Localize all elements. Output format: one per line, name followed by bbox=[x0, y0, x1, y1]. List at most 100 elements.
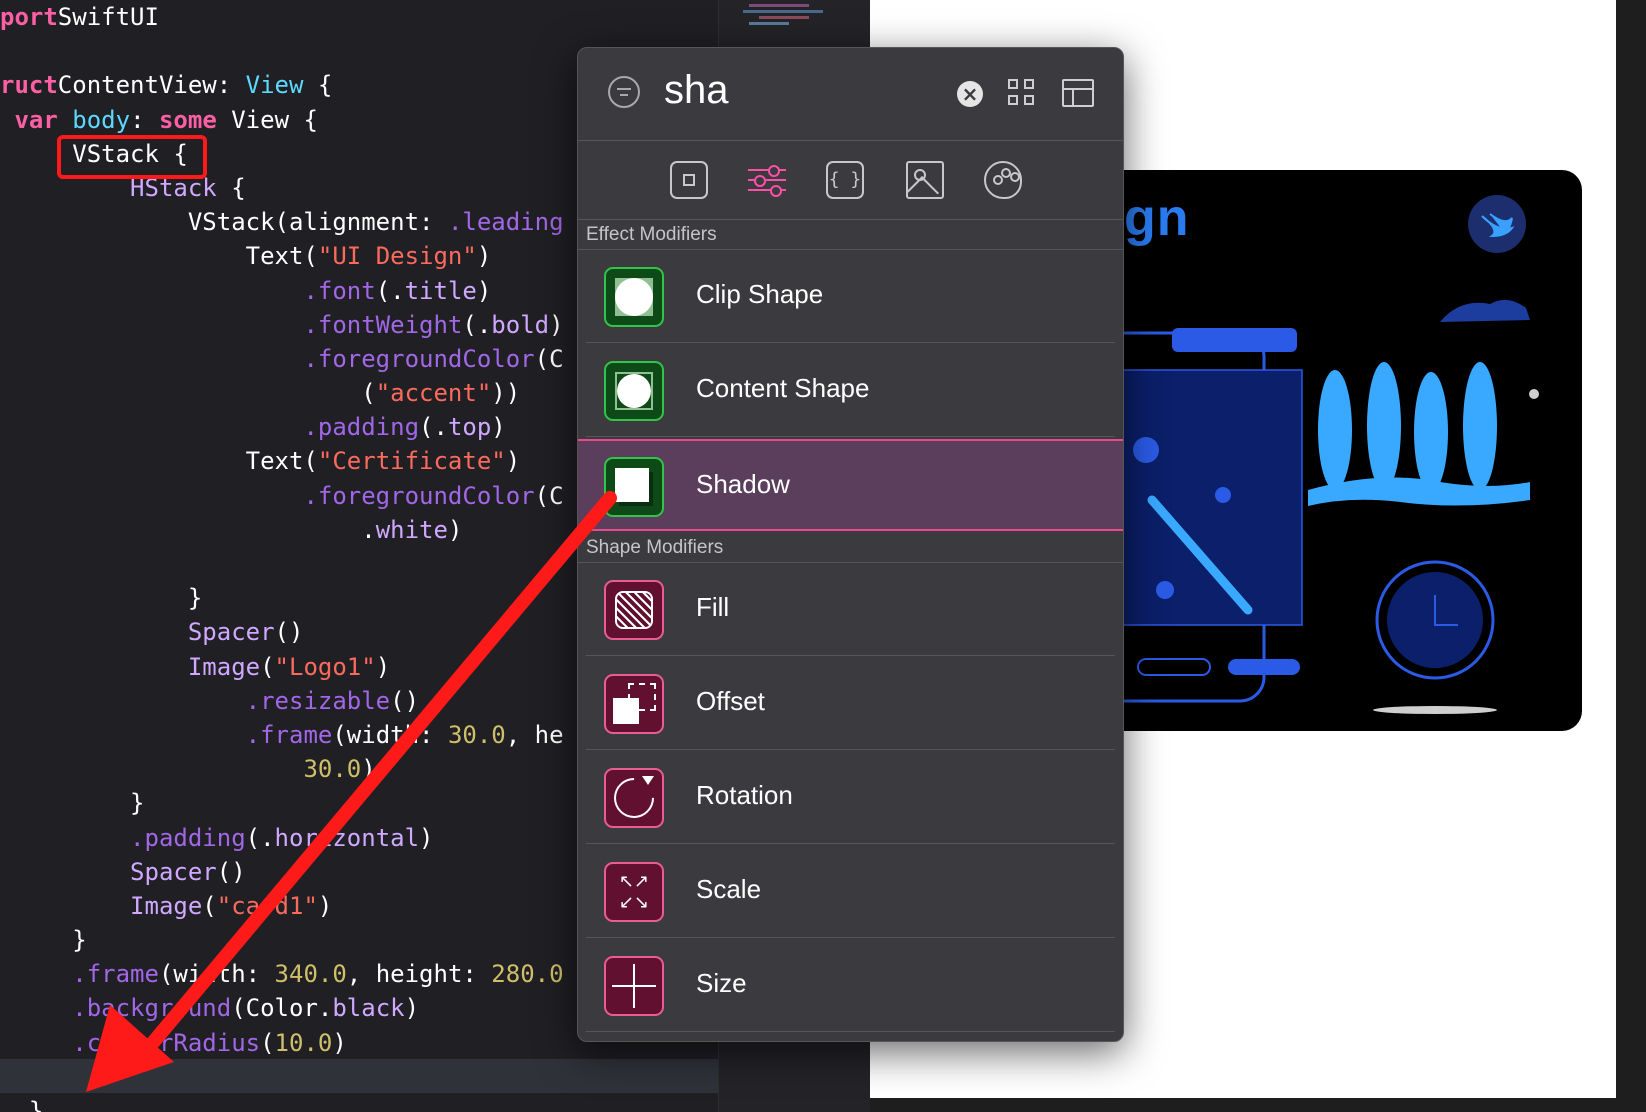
modifier-item-offset[interactable]: Offset bbox=[578, 658, 1123, 750]
divider bbox=[586, 436, 1115, 437]
code-line[interactable]: } bbox=[0, 1094, 564, 1112]
code-token: top bbox=[447, 413, 492, 442]
code-line[interactable]: .white) bbox=[0, 513, 564, 547]
code-line[interactable]: var body: some View { bbox=[0, 103, 564, 137]
code-line[interactable]: .frame(width: 340.0, height: 280.0 bbox=[0, 957, 563, 991]
code-line[interactable]: Text("UI Design") bbox=[0, 239, 564, 273]
code-line[interactable]: .cornerRadius(10.0) bbox=[0, 1026, 564, 1060]
code-line[interactable]: .font(.title) bbox=[0, 274, 564, 308]
clear-search-icon[interactable]: × bbox=[957, 81, 983, 107]
code-token: )) bbox=[491, 379, 521, 408]
offset-icon bbox=[604, 674, 664, 734]
code-line[interactable]: .foregroundColor(C bbox=[0, 479, 564, 513]
code-token: "Logo1" bbox=[274, 652, 376, 681]
clip-shape-icon bbox=[604, 267, 664, 327]
code-line[interactable]: portSwiftUI bbox=[0, 0, 564, 34]
code-line[interactable]: Spacer() bbox=[0, 615, 564, 649]
code-line[interactable]: ructContentView: View { bbox=[0, 68, 564, 102]
icon-glyph bbox=[615, 278, 653, 316]
code-line[interactable]: ("accent")) bbox=[0, 376, 564, 410]
modifier-item-fill[interactable]: Fill bbox=[578, 564, 1123, 656]
modifier-item-rotation[interactable]: Rotation bbox=[578, 752, 1123, 844]
content-shape-icon bbox=[604, 361, 664, 421]
code-token: VStack(alignment: bbox=[0, 208, 448, 237]
code-line[interactable]: Image("card1") bbox=[0, 889, 564, 923]
modifier-item-shadow[interactable]: Shadow bbox=[578, 439, 1123, 531]
divider bbox=[586, 342, 1115, 343]
section-header: Effect Modifiers bbox=[578, 220, 1123, 250]
modifier-item-label: Fill bbox=[696, 592, 730, 622]
scale-icon: ↖↗ ↙↘ bbox=[604, 862, 664, 922]
code-token: "UI Design" bbox=[317, 242, 477, 271]
code-line[interactable]: VStack(alignment: .leading bbox=[0, 205, 564, 239]
dot-indicator bbox=[1529, 389, 1539, 399]
filter-icon[interactable] bbox=[608, 76, 640, 108]
modifier-item-size[interactable]: Size bbox=[578, 940, 1123, 1032]
code-token: .padding bbox=[303, 413, 420, 442]
shadow-icon bbox=[604, 457, 664, 517]
search-input[interactable]: sha bbox=[664, 68, 729, 113]
code-line[interactable]: } bbox=[0, 923, 564, 957]
code-token: .foregroundColor bbox=[303, 344, 535, 373]
code-line[interactable] bbox=[0, 1060, 564, 1094]
map-pin-icon-2 bbox=[1215, 487, 1231, 503]
modifier-item-label: Scale bbox=[696, 874, 762, 904]
code-line[interactable] bbox=[0, 34, 564, 68]
code-token: 340.0 bbox=[274, 960, 347, 989]
list-view-icon[interactable] bbox=[1062, 79, 1094, 107]
modifier-item-clip-shape[interactable]: Clip Shape bbox=[578, 251, 1123, 343]
canvas-edge bbox=[1616, 0, 1646, 1112]
code-line[interactable]: Text("Certificate") bbox=[0, 444, 564, 478]
code-token: ) bbox=[476, 242, 492, 271]
code-line[interactable]: .fontWeight(.bold) bbox=[0, 308, 563, 342]
image-icon[interactable] bbox=[906, 161, 944, 199]
code-line[interactable]: .padding(.horizontal) bbox=[0, 821, 564, 855]
map-area bbox=[1119, 369, 1303, 626]
code-line[interactable]: Image("Logo1") bbox=[0, 650, 564, 684]
code-token: .foregroundColor bbox=[303, 481, 535, 510]
code-line[interactable]: .background(Color.black) bbox=[0, 991, 564, 1025]
search-bar[interactable]: sha × bbox=[578, 48, 1123, 141]
modifiers-icon[interactable] bbox=[748, 161, 786, 199]
code-icon[interactable]: { } bbox=[826, 161, 864, 199]
code-token: ) bbox=[491, 413, 506, 442]
code-line[interactable]: .resizable() bbox=[0, 684, 564, 718]
code-token: ) bbox=[375, 652, 391, 681]
code-token: ( bbox=[0, 379, 376, 408]
code-line[interactable]: .padding(.top) bbox=[0, 410, 564, 444]
canvas-edge-bottom bbox=[870, 1098, 1646, 1112]
code-token: (. bbox=[462, 310, 492, 339]
code-token: body bbox=[72, 105, 131, 134]
code-token: ( bbox=[202, 891, 217, 920]
code-line[interactable]: .frame(width: 30.0, he bbox=[0, 718, 564, 752]
code-token: .frame bbox=[72, 960, 159, 989]
modifier-item-content-shape[interactable]: Content Shape bbox=[578, 345, 1123, 437]
fill-icon bbox=[604, 580, 664, 640]
code-line[interactable]: Spacer() bbox=[0, 855, 564, 889]
code-token: (. bbox=[375, 276, 405, 305]
modifier-library-popover[interactable]: sha × { } Effect Modifiers Clip Shape Cont… bbox=[577, 47, 1124, 1042]
view-icon[interactable] bbox=[670, 161, 708, 199]
code-token: SwiftUI bbox=[57, 3, 159, 31]
code-token: } bbox=[0, 789, 145, 818]
code-line[interactable]: 30.0) bbox=[0, 752, 564, 786]
vstack-annotation-box bbox=[57, 135, 207, 179]
code-line[interactable] bbox=[0, 547, 564, 581]
phone-notch bbox=[1172, 328, 1297, 352]
code-token: } bbox=[0, 1097, 44, 1112]
tree-icon bbox=[1318, 370, 1352, 490]
code-token: white bbox=[375, 515, 448, 544]
code-token: , height: bbox=[346, 960, 492, 989]
code-line[interactable]: } bbox=[0, 581, 564, 615]
grid-view-icon[interactable] bbox=[1008, 79, 1036, 107]
code-token: (Color. bbox=[231, 994, 333, 1023]
tree-icon-4 bbox=[1463, 362, 1497, 490]
modifier-item-scale[interactable]: ↖↗ ↙↘ Scale bbox=[578, 846, 1123, 938]
code-line[interactable]: } bbox=[0, 786, 564, 820]
code-token: (C bbox=[534, 344, 564, 373]
code-token: ruct bbox=[0, 71, 58, 100]
palette-icon[interactable] bbox=[984, 161, 1022, 199]
code-line[interactable]: .foregroundColor(C bbox=[0, 342, 564, 376]
code-token: black bbox=[332, 994, 405, 1023]
